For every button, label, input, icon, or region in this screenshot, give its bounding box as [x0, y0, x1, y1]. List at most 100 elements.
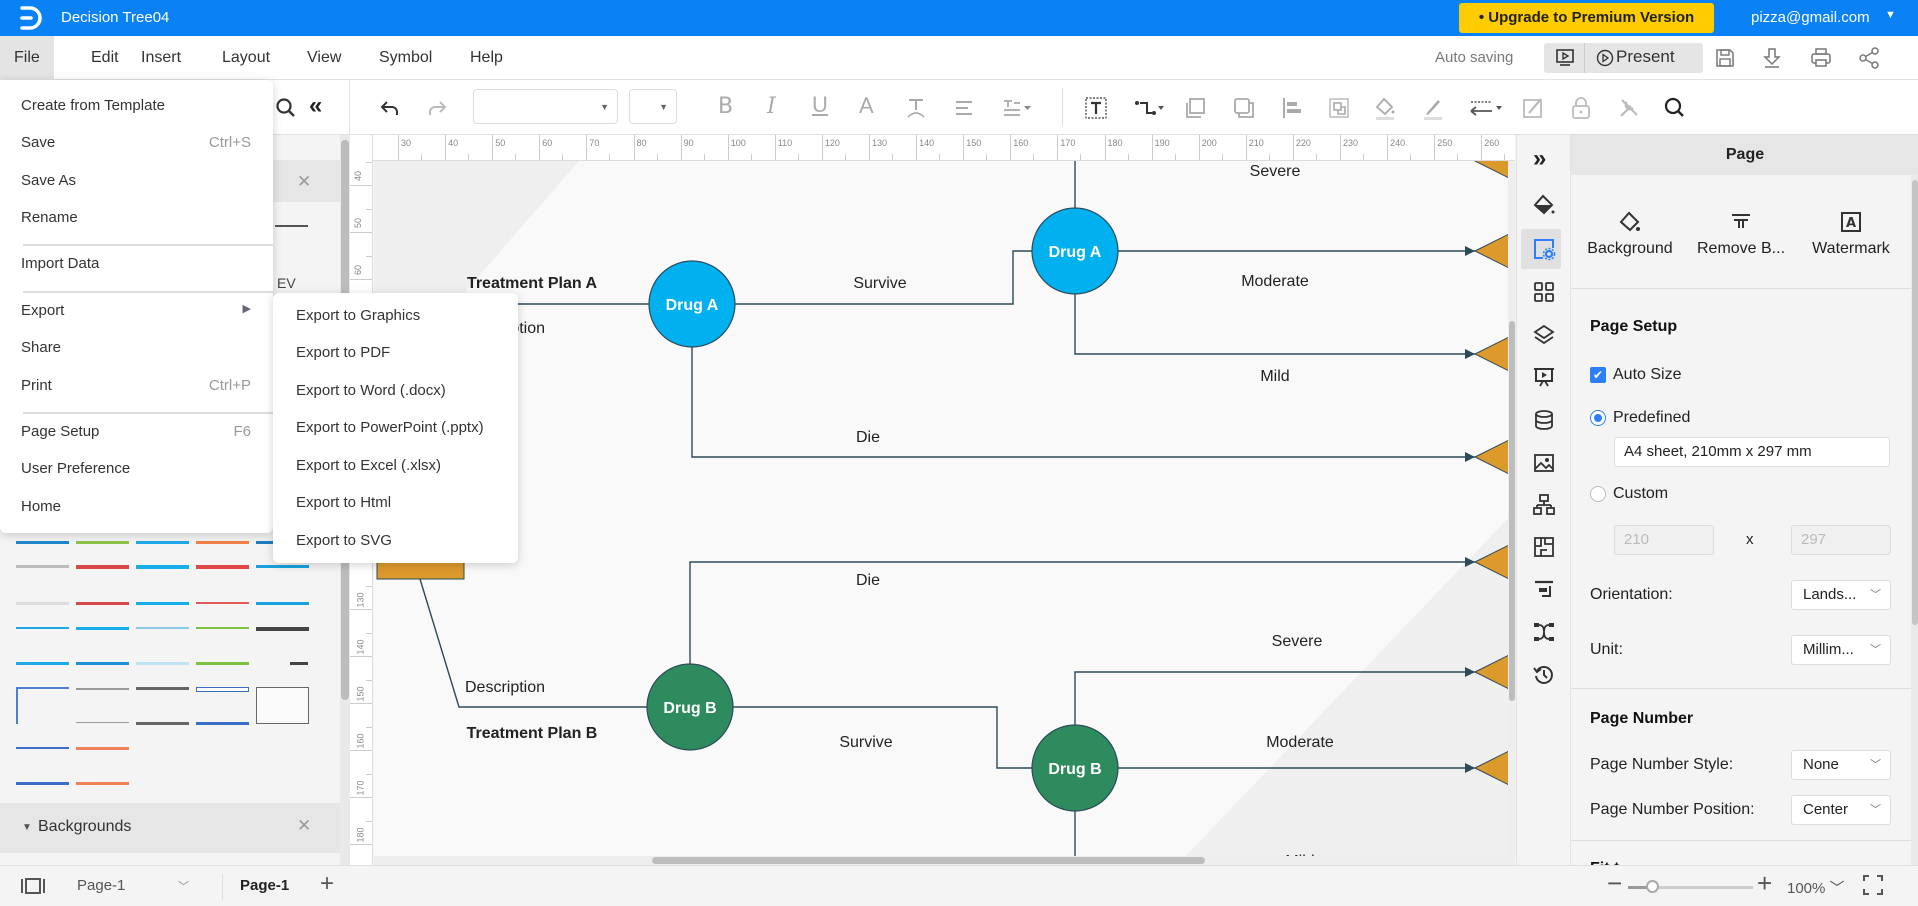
library-symbol[interactable]: [136, 602, 189, 605]
background-button[interactable]: Background: [1575, 210, 1685, 258]
lock-icon[interactable]: [1568, 95, 1594, 121]
tools-icon[interactable]: [1616, 95, 1642, 121]
redo-icon[interactable]: [424, 95, 450, 121]
fill-icon[interactable]: [1532, 193, 1556, 217]
user-account[interactable]: pizza@gmail.com: [1751, 9, 1870, 26]
org-chart-icon[interactable]: [1532, 493, 1556, 517]
diagram-canvas[interactable]: Drug A Drug A Drug B Drug B Treatment Plan A…: [374, 161, 1515, 863]
library-symbol[interactable]: [16, 602, 69, 605]
menu-layout[interactable]: Layout: [208, 36, 284, 80]
library-symbol[interactable]: [196, 627, 249, 629]
menu-item-save[interactable]: Save: [21, 134, 55, 151]
custom-radio[interactable]: [1590, 486, 1606, 502]
library-symbol[interactable]: [76, 565, 129, 569]
arrowhead[interactable]: [1465, 246, 1475, 256]
panel-scroll-thumb[interactable]: [1912, 180, 1918, 625]
gantt-icon[interactable]: [1532, 578, 1556, 602]
presentation-icon[interactable]: [1554, 47, 1576, 69]
library-symbol[interactable]: [290, 662, 308, 665]
menu-item-export-powerpoint[interactable]: Export to PowerPoint (.pptx): [296, 419, 484, 436]
menu-item-export[interactable]: Export: [21, 302, 64, 319]
arrowhead[interactable]: [1465, 452, 1475, 462]
print-icon[interactable]: [1809, 46, 1833, 70]
menu-view[interactable]: View: [293, 36, 355, 80]
arrowhead[interactable]: [1465, 349, 1475, 359]
watermark-button[interactable]: A Watermark: [1796, 210, 1906, 258]
search-icon[interactable]: [1662, 95, 1688, 121]
menu-edit[interactable]: Edit: [77, 36, 133, 80]
font-size-select[interactable]: ▼: [629, 89, 677, 124]
page-number-position-select[interactable]: Center ﹀: [1791, 795, 1891, 825]
library-symbol[interactable]: [256, 627, 309, 631]
custom-height-input[interactable]: 297: [1791, 525, 1891, 555]
menu-item-export-html[interactable]: Export to Html: [296, 494, 391, 511]
caret-down-icon[interactable]: ▼: [22, 822, 32, 833]
library-symbol[interactable]: [196, 541, 249, 544]
library-symbol[interactable]: [196, 722, 249, 725]
menu-file[interactable]: File: [0, 36, 54, 80]
branch-line-a-die[interactable]: [691, 347, 1475, 458]
predefined-size-select[interactable]: A4 sheet, 210mm x 297 mm: [1614, 437, 1890, 467]
menu-item-export-svg[interactable]: Export to SVG: [296, 532, 392, 549]
horizontal-scrollbar[interactable]: [374, 856, 1515, 865]
present-button[interactable]: Present: [1616, 47, 1675, 67]
chance-node-drug-b-label[interactable]: Drug B: [663, 700, 716, 717]
remove-background-button[interactable]: Remove B...: [1686, 210, 1796, 258]
line-color-icon[interactable]: [1420, 95, 1446, 121]
library-symbol[interactable]: [256, 687, 309, 724]
search-icon[interactable]: [273, 95, 299, 121]
branch-line-b-die[interactable]: [689, 561, 1475, 664]
font-color-icon[interactable]: A: [859, 93, 874, 119]
collapse-right-icon[interactable]: »: [1533, 145, 1546, 173]
library-symbol[interactable]: [196, 602, 249, 604]
grid-icon[interactable]: [1532, 280, 1556, 304]
library-symbol[interactable]: [76, 782, 129, 785]
menu-item-share[interactable]: Share: [21, 339, 61, 356]
menu-item-save-as[interactable]: Save As: [21, 172, 76, 189]
horizontal-scroll-thumb[interactable]: [652, 857, 1205, 864]
document-title[interactable]: Decision Tree04: [61, 9, 169, 26]
library-symbol[interactable]: [76, 627, 129, 630]
fullscreen-icon[interactable]: [1862, 874, 1884, 896]
vertical-scroll-thumb[interactable]: [1509, 321, 1515, 701]
mind-map-icon[interactable]: [1532, 620, 1556, 644]
menu-item-rename[interactable]: Rename: [21, 209, 78, 226]
branch-line-a-mild[interactable]: [1074, 294, 1475, 355]
menu-item-user-preference[interactable]: User Preference: [21, 460, 130, 477]
library-symbol[interactable]: [196, 565, 249, 569]
page-select[interactable]: Page-1: [77, 877, 125, 894]
font-family-select[interactable]: ▼: [473, 89, 618, 124]
menu-insert[interactable]: Insert: [127, 36, 195, 80]
library-symbol[interactable]: [136, 541, 189, 544]
line-style-icon[interactable]: [1468, 95, 1506, 121]
bold-icon[interactable]: B: [718, 94, 733, 119]
text-style-icon[interactable]: [903, 95, 929, 121]
auto-size-checkbox[interactable]: ✔: [1590, 367, 1606, 383]
zoom-slider-handle[interactable]: [1646, 880, 1659, 893]
panel-scrollbar[interactable]: [1911, 175, 1918, 865]
library-symbol[interactable]: [136, 722, 189, 725]
library-symbol[interactable]: [76, 662, 129, 665]
image-icon[interactable]: [1532, 451, 1556, 475]
library-symbol[interactable]: [16, 687, 69, 724]
save-icon[interactable]: [1713, 46, 1737, 70]
download-icon[interactable]: [1760, 46, 1784, 70]
library-symbol[interactable]: [256, 565, 309, 568]
library-symbol[interactable]: [196, 662, 249, 665]
menu-item-print[interactable]: Print: [21, 377, 52, 394]
chance-node-drug-a-label[interactable]: Drug A: [666, 297, 719, 314]
library-symbol[interactable]: [16, 747, 69, 749]
menu-item-home[interactable]: Home: [21, 498, 61, 515]
menu-symbol[interactable]: Symbol: [365, 36, 446, 80]
layers-icon[interactable]: [1532, 323, 1556, 347]
text-box-icon[interactable]: [1083, 95, 1109, 121]
menu-item-export-excel[interactable]: Export to Excel (.xlsx): [296, 457, 441, 474]
undo-icon[interactable]: [377, 95, 403, 121]
double-chevron-left-icon[interactable]: «: [309, 92, 322, 120]
library-symbol[interactable]: [136, 662, 189, 665]
underline-icon[interactable]: U: [812, 92, 828, 118]
chevron-down-icon[interactable]: ﹀: [178, 878, 189, 894]
library-symbol[interactable]: [76, 722, 129, 723]
close-icon[interactable]: ✕: [297, 816, 311, 836]
connector-icon[interactable]: [1133, 95, 1169, 121]
